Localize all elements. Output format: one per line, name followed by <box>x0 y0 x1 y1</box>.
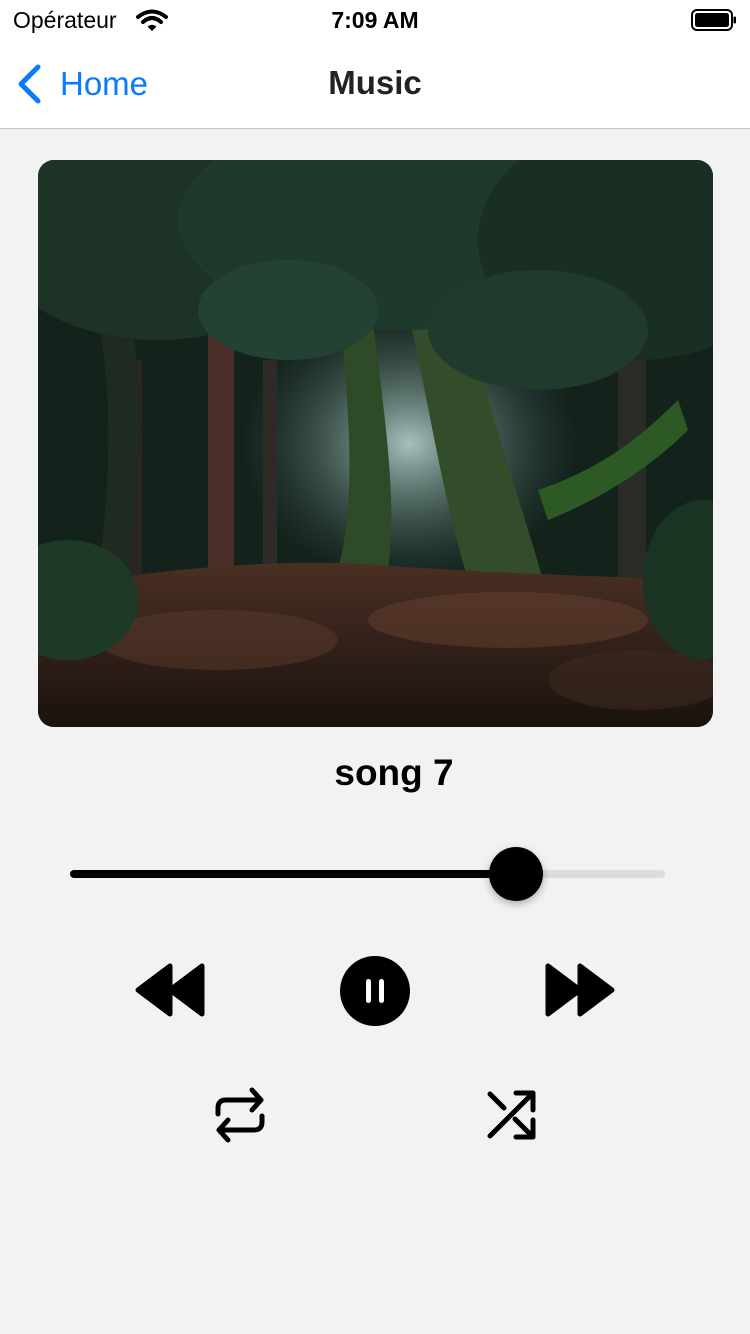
status-bar: Opérateur 7:09 AM <box>0 0 750 40</box>
page-title: Music <box>328 64 422 101</box>
fast-forward-button[interactable] <box>544 960 616 1020</box>
repeat-button[interactable] <box>212 1084 268 1146</box>
shuffle-button[interactable] <box>484 1088 538 1142</box>
song-title: song 7 <box>334 752 454 793</box>
pause-icon <box>340 956 410 1026</box>
repeat-icon <box>215 1087 265 1143</box>
status-time: 7:09 AM <box>331 7 419 33</box>
shuffle-icon <box>487 1090 536 1140</box>
battery-icon <box>691 9 737 31</box>
progress-slider[interactable] <box>70 846 665 902</box>
rewind-icon <box>135 963 205 1017</box>
fast-forward-icon <box>545 963 615 1017</box>
rewind-button[interactable] <box>134 960 206 1020</box>
navigation-bar: Home Music <box>0 40 750 129</box>
album-artwork <box>38 160 713 727</box>
slider-thumb[interactable] <box>489 847 544 901</box>
pause-button[interactable] <box>340 956 410 1026</box>
slider-fill <box>70 870 517 878</box>
